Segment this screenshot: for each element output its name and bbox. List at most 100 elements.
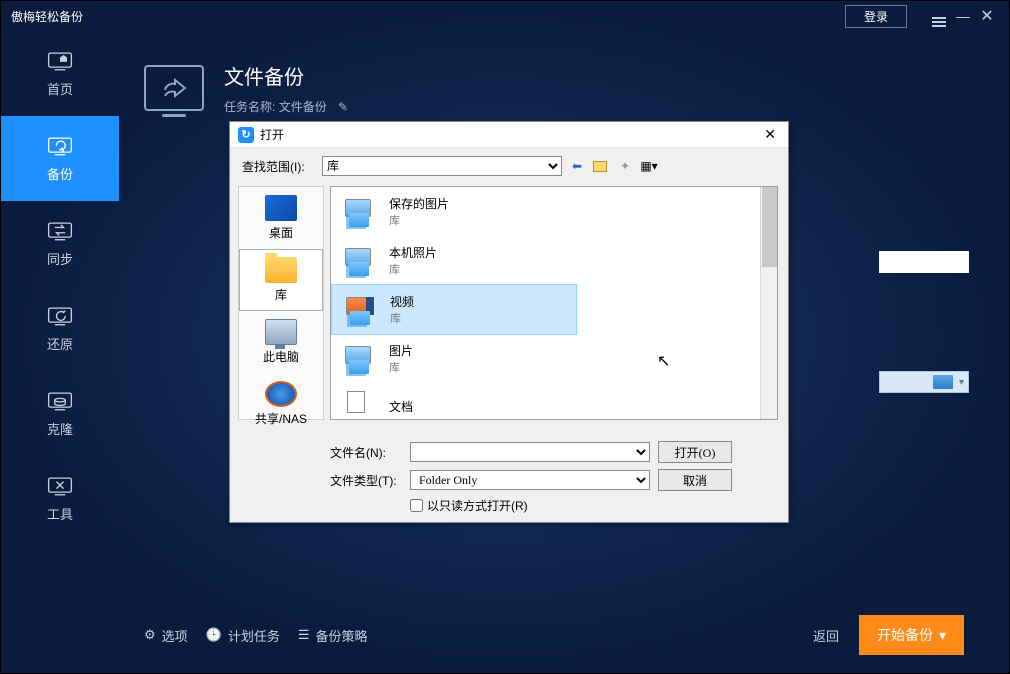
footer: ⚙ 选项 🕒 计划任务 ☰ 备份策略 返回 开始备份 ▾ (119, 617, 989, 653)
schedule-label: 计划任务 (228, 626, 280, 645)
list-item[interactable]: 文档 (331, 383, 777, 420)
view-menu-icon[interactable]: ▦▾ (640, 157, 658, 175)
nav-back-icon[interactable]: ⬅ (568, 157, 586, 175)
sidebar-item-clone[interactable]: 克隆 (1, 371, 119, 456)
place-label: 此电脑 (263, 348, 299, 365)
sidebar-item-home[interactable]: 首页 (1, 31, 119, 116)
sidebar-item-label: 备份 (47, 164, 73, 183)
sidebar-item-backup[interactable]: 备份 (1, 116, 119, 201)
folder-icon (933, 375, 953, 389)
file-name: 文档 (389, 398, 413, 415)
places-bar: 桌面 库 此电脑 共享/NAS (238, 186, 324, 420)
place-network[interactable]: 共享/NAS (239, 373, 323, 435)
computer-icon (265, 319, 297, 345)
sidebar-item-restore[interactable]: 还原 (1, 286, 119, 371)
scrollbar[interactable] (760, 187, 777, 419)
strategy-link[interactable]: ☰ 备份策略 (298, 626, 368, 645)
app-icon (238, 127, 254, 143)
filename-input[interactable] (410, 442, 650, 462)
login-button[interactable]: 登录 (845, 5, 907, 28)
sidebar-item-label: 同步 (47, 249, 73, 268)
library-documents-icon (341, 391, 377, 420)
close-icon[interactable]: ✕ (760, 126, 780, 143)
place-label: 共享/NAS (255, 410, 307, 427)
place-libraries[interactable]: 库 (239, 249, 323, 311)
library-pictures-icon (341, 197, 377, 227)
list-item[interactable]: 本机照片库 (331, 236, 777, 285)
file-type: 库 (389, 261, 437, 277)
share-icon (144, 65, 204, 111)
scroll-thumb[interactable] (762, 187, 777, 267)
options-link[interactable]: ⚙ 选项 (144, 626, 188, 645)
sidebar-item-tools[interactable]: 工具 (1, 456, 119, 541)
minimize-icon[interactable]: — (951, 8, 975, 24)
dialog-title: 打开 (260, 126, 760, 143)
destination-field-partial[interactable] (879, 251, 969, 273)
app-title: 傲梅轻松备份 (11, 8, 845, 25)
desktop-icon (265, 195, 297, 221)
task-label: 任务名称: (224, 100, 275, 114)
lookin-label: 查找范围(I): (242, 158, 316, 175)
strategy-label: 备份策略 (316, 626, 368, 645)
file-type: 库 (389, 212, 449, 228)
nav-new-folder-icon[interactable]: ✦ (616, 157, 634, 175)
file-name: 保存的图片 (389, 195, 449, 212)
file-name: 图片 (389, 342, 413, 359)
page-header: 文件备份 任务名称: 文件备份 ✎ (144, 61, 964, 115)
place-label: 库 (275, 286, 287, 303)
place-thispc[interactable]: 此电脑 (239, 311, 323, 373)
sidebar-item-label: 克隆 (47, 419, 73, 438)
libraries-icon (265, 257, 297, 283)
chevron-down-icon: ▾ (939, 627, 946, 644)
file-type: 库 (389, 359, 413, 375)
filetype-select[interactable]: Folder Only (410, 470, 650, 490)
nav-up-icon[interactable] (592, 157, 610, 175)
place-label: 桌面 (269, 224, 293, 241)
lookin-select[interactable]: 库 (322, 156, 562, 176)
close-icon[interactable]: ✕ (975, 6, 999, 26)
start-backup-button[interactable]: 开始备份 ▾ (859, 615, 964, 655)
titlebar: 傲梅轻松备份 登录 — ✕ (1, 1, 1009, 31)
file-type: 库 (390, 310, 414, 326)
library-pictures-icon (341, 246, 377, 276)
chevron-down-icon: ▾ (959, 377, 964, 388)
list-item[interactable]: 图片库 (331, 334, 777, 383)
task-row: 任务名称: 文件备份 ✎ (224, 98, 348, 115)
dialog-titlebar: 打开 ✕ (230, 122, 788, 148)
list-item[interactable]: 视频库 (331, 284, 577, 335)
sidebar-item-label: 首页 (47, 79, 73, 98)
list-icon: ☰ (298, 627, 310, 643)
list-item[interactable]: 保存的图片库 (331, 187, 777, 236)
app-window: 傲梅轻松备份 登录 — ✕ 首页 备份 同步 还原 克隆 工具 (0, 0, 1010, 674)
lookin-row: 查找范围(I): 库 ⬅ ✦ ▦▾ (230, 148, 788, 182)
edit-icon[interactable]: ✎ (338, 100, 348, 114)
dialog-body: 查找范围(I): 库 ⬅ ✦ ▦▾ 桌面 库 (230, 148, 788, 522)
dialog-bottom: 文件名(N): 打开(O) 文件类型(T): Folder Only 取消 以只… (330, 441, 778, 514)
menu-icon[interactable] (927, 6, 951, 27)
file-open-dialog: 打开 ✕ 查找范围(I): 库 ⬅ ✦ ▦▾ 桌面 (229, 121, 789, 523)
library-videos-icon (342, 295, 378, 325)
back-button[interactable]: 返回 (813, 626, 839, 645)
gear-icon: ⚙ (144, 627, 156, 643)
network-icon (265, 381, 297, 407)
clock-icon: 🕒 (206, 627, 222, 643)
readonly-label: 以只读方式打开(R) (427, 497, 528, 514)
page-title: 文件备份 (224, 61, 348, 90)
sidebar-item-label: 还原 (47, 334, 73, 353)
cancel-button[interactable]: 取消 (658, 469, 732, 491)
task-name: 文件备份 (279, 100, 327, 114)
open-button[interactable]: 打开(O) (658, 441, 732, 463)
sidebar-item-label: 工具 (47, 504, 73, 523)
schedule-link[interactable]: 🕒 计划任务 (206, 626, 280, 645)
file-list[interactable]: 保存的图片库 本机照片库 视频库 图片库 文档 (330, 186, 778, 420)
sidebar: 首页 备份 同步 还原 克隆 工具 (1, 31, 119, 603)
destination-browse-partial[interactable]: ▾ (879, 371, 969, 393)
place-desktop[interactable]: 桌面 (239, 187, 323, 249)
sidebar-item-sync[interactable]: 同步 (1, 201, 119, 286)
filetype-label: 文件类型(T): (330, 472, 402, 489)
options-label: 选项 (162, 626, 188, 645)
file-name: 视频 (390, 293, 414, 310)
readonly-checkbox[interactable] (410, 499, 423, 512)
file-name: 本机照片 (389, 244, 437, 261)
start-label: 开始备份 (877, 625, 933, 645)
